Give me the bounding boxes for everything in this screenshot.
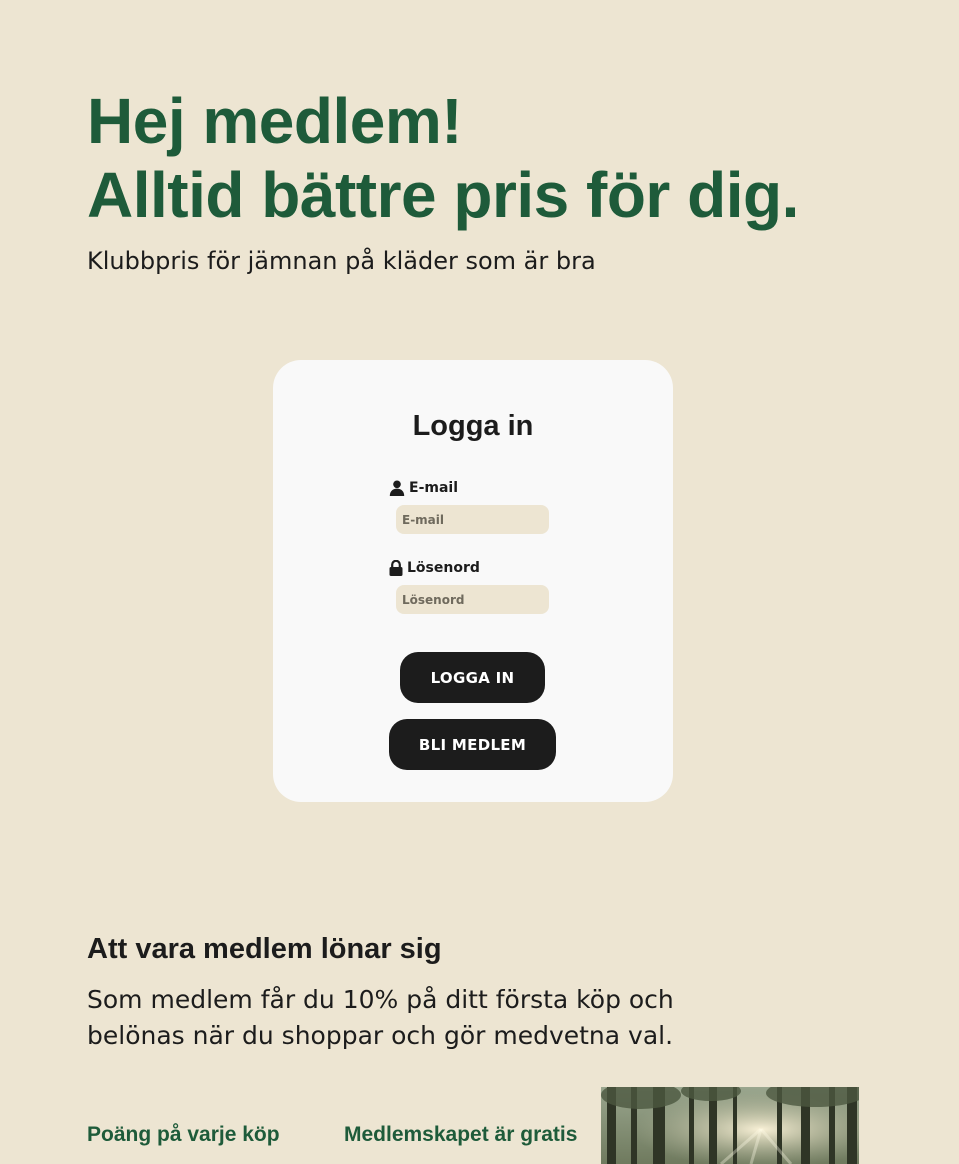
- email-input[interactable]: [396, 505, 549, 534]
- password-input[interactable]: [396, 585, 549, 614]
- login-button[interactable]: LOGGA IN: [400, 652, 545, 703]
- password-label-text: Lösenord: [407, 560, 480, 576]
- email-label-text: E-mail: [409, 480, 459, 496]
- hero-title-line1: Hej medlem!: [87, 85, 463, 157]
- hero-subtitle: Klubbpris för jämnan på kläder som är br…: [87, 247, 596, 275]
- benefits-title: Att vara medlem lönar sig: [87, 933, 442, 965]
- password-label: Lösenord: [389, 558, 480, 578]
- hero-title-line2: Alltid bättre pris för dig.: [87, 159, 799, 231]
- login-title: Logga in: [412, 410, 534, 442]
- lock-icon: [389, 560, 403, 576]
- benefits-text: Som medlem får du 10% på ditt första köp…: [87, 985, 674, 1050]
- email-label: E-mail: [389, 478, 458, 498]
- hero-title: Hej medlem! Alltid bättre pris för dig.: [87, 84, 799, 232]
- forest-image: [601, 1087, 859, 1164]
- user-icon: [389, 480, 405, 496]
- perk-free-membership: Medlemskapet är gratis: [344, 1123, 578, 1146]
- join-button[interactable]: BLI MEDLEM: [389, 719, 556, 770]
- perk-points: Poäng på varje köp: [87, 1123, 280, 1146]
